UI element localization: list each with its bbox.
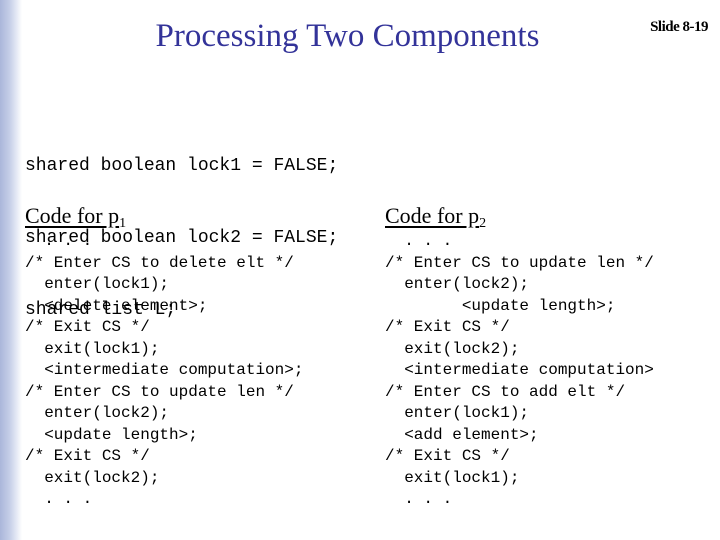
p1-code-line: /* Enter CS to delete elt */ <box>25 253 294 272</box>
p2-heading-subscript: 2 <box>479 216 487 231</box>
slide-left-gradient-band <box>0 0 22 540</box>
p1-code-line: . . . <box>25 232 93 250</box>
p2-code-block: . . . /* Enter CS to update len */ enter(… <box>385 231 654 511</box>
p2-heading-text: Code for p <box>385 203 480 228</box>
p2-code-line: <add element>; <box>385 425 539 444</box>
p1-code-line: exit(lock1); <box>25 339 160 358</box>
p1-code-line: /* Exit CS */ <box>25 447 150 465</box>
p1-code-line: <intermediate computation>; <box>25 361 304 379</box>
p2-code-line: /* Enter CS to update len */ <box>385 253 654 272</box>
p2-code-line: /* Exit CS */ <box>385 447 510 465</box>
p1-code-block: . . . /* Enter CS to delete elt */ enter(… <box>25 231 303 511</box>
p2-code-line: . . . <box>385 232 453 250</box>
p2-code-line: /* Enter CS to add elt */ <box>385 382 626 401</box>
p1-code-line: /* Enter CS to update len */ <box>25 382 294 401</box>
slide-title: Processing Two Components <box>155 18 540 54</box>
p2-code-line: enter(lock2); <box>385 275 530 293</box>
p1-code-line: exit(lock2); <box>25 468 160 487</box>
p2-code-line: <update length>; <box>385 296 616 315</box>
p2-code-heading: Code for p2 <box>385 203 486 232</box>
p1-code-line: enter(lock1); <box>25 275 170 293</box>
p1-code-line: enter(lock2); <box>25 404 170 422</box>
p2-code-line: enter(lock1); <box>385 404 530 422</box>
p1-code-line: /* Exit CS */ <box>25 318 150 336</box>
p2-code-line: . . . <box>385 490 453 508</box>
p1-heading-text: Code for p <box>25 203 120 228</box>
p1-heading-subscript: 1 <box>119 216 127 231</box>
p2-code-line: exit(lock1); <box>385 468 520 487</box>
p1-code-line: <delete element>; <box>25 296 208 315</box>
p2-code-line: exit(lock2); <box>385 339 520 358</box>
shared-declaration-line: shared boolean lock1 = FALSE; <box>25 156 339 176</box>
p1-code-heading: Code for p1 <box>25 203 126 232</box>
slide-number: Slide 8-19 <box>650 19 708 35</box>
p1-code-line: . . . <box>25 490 93 508</box>
p1-code-line: <update length>; <box>25 425 198 444</box>
p2-code-line: /* Exit CS */ <box>385 318 510 336</box>
p2-code-line: <intermediate computation> <box>385 361 654 379</box>
